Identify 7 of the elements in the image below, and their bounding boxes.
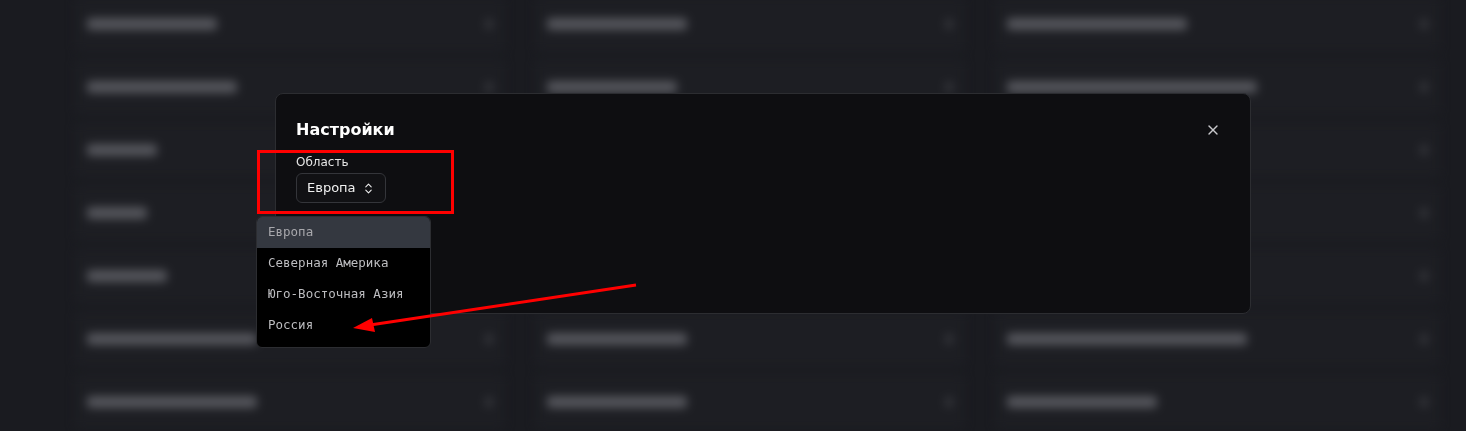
dropdown-option[interactable]: Северная Америка xyxy=(257,248,430,279)
dropdown-option[interactable]: Юго-Восточная Азия xyxy=(257,279,430,310)
region-select[interactable]: Европа xyxy=(296,173,386,203)
field-label: Область xyxy=(296,156,349,168)
dropdown-option[interactable]: Россия xyxy=(257,310,430,341)
dialog-title: Настройки xyxy=(296,119,395,141)
dropdown-option[interactable]: Европа xyxy=(257,217,430,248)
